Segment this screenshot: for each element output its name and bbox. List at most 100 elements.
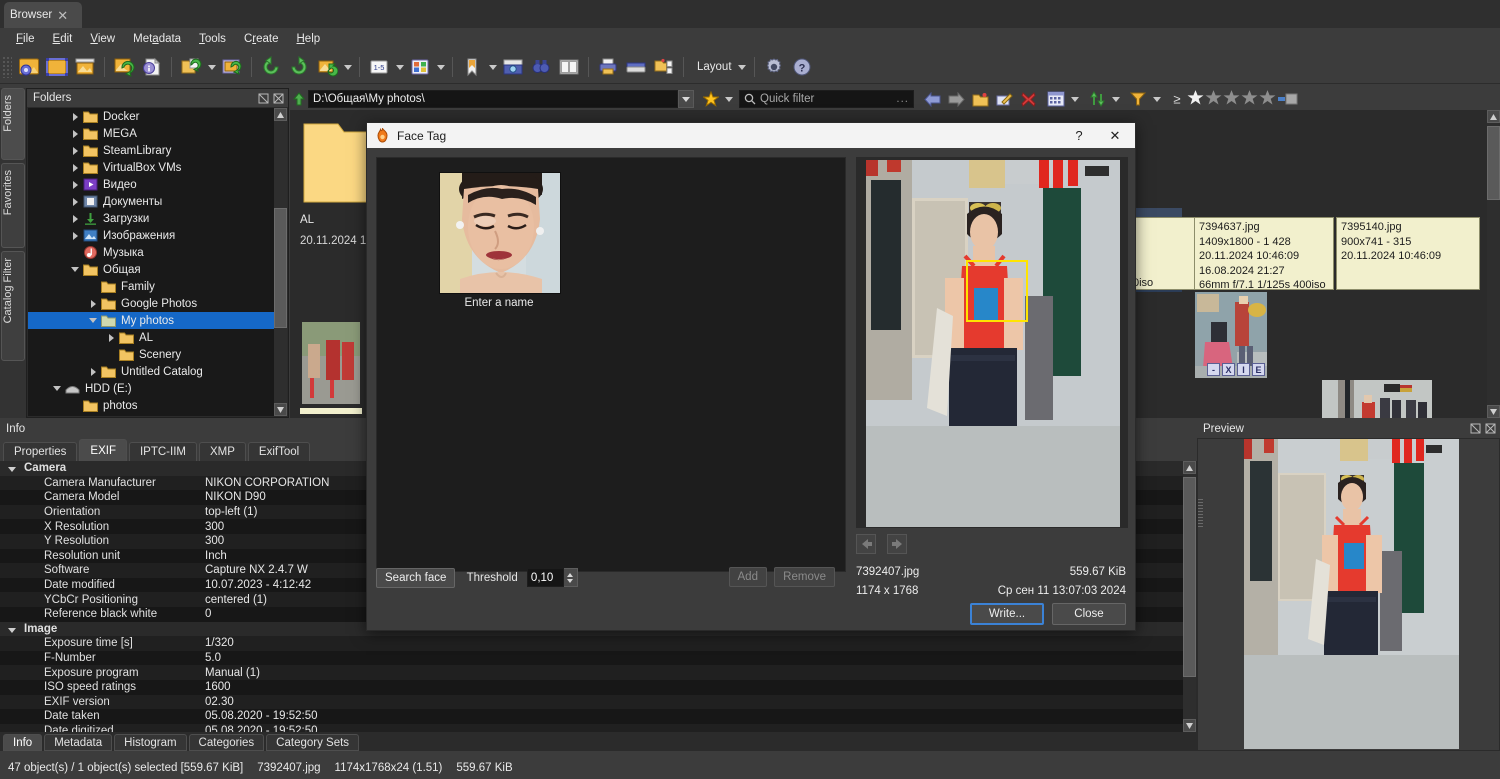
close-button[interactable]: Close — [1052, 603, 1126, 625]
star-icon[interactable] — [1241, 89, 1258, 109]
bottom-tab-metadata[interactable]: Metadata — [44, 734, 113, 751]
threshold-value[interactable]: 0,10 — [526, 568, 564, 588]
star-icon[interactable] — [1187, 89, 1204, 109]
list-item[interactable] — [302, 322, 360, 404]
tab-exif[interactable]: EXIF — [79, 439, 127, 461]
arrow-left-icon[interactable] — [856, 534, 876, 554]
chevron-down-icon[interactable] — [50, 380, 64, 397]
menu-item-file[interactable]: File — [8, 31, 43, 47]
chevron-down-icon[interactable] — [393, 53, 406, 81]
folder-tree-item[interactable]: Документы — [28, 193, 274, 210]
chevron-right-icon[interactable] — [86, 295, 100, 312]
scrollbar-thumb[interactable] — [1487, 126, 1500, 200]
transform-image-icon[interactable] — [313, 53, 341, 81]
scroll-up-icon[interactable] — [274, 108, 287, 121]
threshold-stepper[interactable]: 0,10 — [526, 568, 578, 588]
bottom-tab-category-sets[interactable]: Category Sets — [266, 734, 360, 751]
float-panel-icon[interactable] — [257, 92, 270, 105]
close-icon[interactable]: ✕ — [57, 9, 68, 22]
exif-row[interactable]: Date taken 05.08.2020 - 19:52:50 — [0, 709, 1183, 724]
help-icon[interactable]: ? — [1061, 123, 1097, 148]
chevron-down-icon[interactable] — [486, 53, 499, 81]
stepper-up-icon[interactable] — [567, 572, 574, 577]
chevron-down-icon[interactable] — [736, 53, 749, 81]
rating-stars[interactable] — [1187, 89, 1276, 109]
face-thumbnail[interactable] — [439, 172, 561, 294]
chevron-down-icon[interactable] — [86, 312, 100, 329]
arrow-left-icon[interactable] — [920, 89, 944, 109]
badge-e[interactable]: E — [1252, 363, 1265, 376]
exif-row[interactable]: Date digitized 05.08.2020 - 19:52:50 — [0, 723, 1183, 732]
quick-filter-more[interactable]: ... — [896, 93, 909, 105]
close-icon[interactable]: ✕ — [1097, 123, 1133, 148]
bottom-tab-histogram[interactable]: Histogram — [114, 734, 187, 751]
scrollbar-thumb[interactable] — [1183, 477, 1196, 677]
filter-chevron-down-icon[interactable] — [1150, 85, 1163, 113]
chevron-right-icon[interactable] — [86, 363, 100, 380]
source-image-pane[interactable] — [856, 157, 1128, 528]
rotate-left-icon[interactable] — [257, 53, 285, 81]
thumbnail-grid-icon[interactable] — [1044, 89, 1068, 109]
badge-minus[interactable]: - — [1207, 363, 1220, 376]
exif-row[interactable]: F-Number 5.0 — [0, 650, 1183, 666]
stepper-down-icon[interactable] — [567, 578, 574, 583]
chevron-right-icon[interactable] — [68, 159, 82, 176]
folder-tree[interactable]: Docker MEGA SteamLibrary VirtualBox VMs Виде… — [28, 108, 274, 416]
sort-icon[interactable] — [1085, 89, 1109, 109]
bottom-tab-categories[interactable]: Categories — [188, 734, 265, 751]
exif-row[interactable]: Exposure time [s] 1/320 — [0, 636, 1183, 651]
list-item[interactable]: - X I E — [1195, 292, 1267, 378]
arrow-right-icon[interactable] — [887, 534, 908, 554]
grid-view-icon[interactable] — [406, 53, 434, 81]
face-selection-rectangle[interactable] — [966, 260, 1028, 322]
folder-tree-item[interactable]: VirtualBox VMs — [28, 159, 274, 176]
side-by-side-icon[interactable] — [555, 53, 583, 81]
star-icon[interactable] — [1223, 89, 1240, 109]
close-panel-icon[interactable] — [272, 92, 285, 105]
batch-rename-icon[interactable] — [650, 53, 678, 81]
folder-tree-item[interactable]: Family — [28, 278, 274, 295]
up-folder-icon[interactable] — [290, 89, 308, 109]
folder-tree-item[interactable]: MEGA — [28, 125, 274, 142]
menu-item-create[interactable]: Create — [236, 31, 287, 47]
scroll-down-icon[interactable] — [1487, 405, 1500, 418]
color-label-icon[interactable] — [1276, 89, 1300, 109]
scroll-up-icon[interactable] — [1183, 461, 1196, 474]
view-mode-chevron-down-icon[interactable] — [1068, 85, 1081, 113]
menu-item-edit[interactable]: Edit — [45, 31, 81, 47]
edit-icon[interactable] — [992, 89, 1016, 109]
sidebar-item-favorites[interactable]: Favorites — [1, 163, 25, 248]
slideshow-icon[interactable] — [71, 53, 99, 81]
write-button[interactable]: Write... — [970, 603, 1044, 625]
panel-resize-handle[interactable] — [1198, 499, 1203, 529]
greater-equal-icon[interactable]: ≥ — [1167, 89, 1187, 109]
exif-scrollbar[interactable] — [1183, 461, 1196, 732]
chevron-right-icon[interactable] — [68, 176, 82, 193]
tab-exiftool[interactable]: ExifTool — [247, 442, 311, 461]
close-panel-icon[interactable] — [1484, 422, 1497, 435]
menu-item-metadata[interactable]: Metadata — [125, 31, 189, 47]
scroll-down-icon[interactable] — [1183, 719, 1196, 732]
folder-tree-item[interactable]: Загрузки — [28, 210, 274, 227]
chevron-right-icon[interactable] — [104, 329, 118, 346]
chevron-right-icon[interactable] — [68, 142, 82, 159]
chevron-right-icon[interactable] — [68, 193, 82, 210]
star-icon[interactable] — [700, 89, 722, 109]
image-info-icon[interactable] — [138, 53, 166, 81]
sort-chevron-down-icon[interactable] — [1109, 85, 1122, 113]
delete-icon[interactable] — [1016, 89, 1040, 109]
refresh-thumbnail-icon[interactable] — [110, 53, 138, 81]
arrow-right-icon[interactable] — [944, 89, 968, 109]
preview-image-container[interactable] — [1198, 439, 1499, 750]
folder-tree-item[interactable]: Scenery — [28, 346, 274, 363]
bookmark-icon[interactable] — [458, 53, 486, 81]
face-name-label[interactable]: Enter a name — [399, 297, 599, 309]
folder-tree-scrollbar[interactable] — [274, 108, 287, 416]
chevron-down-icon[interactable] — [205, 53, 218, 81]
thumbnail-grid-scrollbar[interactable] — [1487, 110, 1500, 418]
funnel-icon[interactable] — [1126, 89, 1150, 109]
chevron-down-icon[interactable] — [68, 261, 82, 278]
tab-properties[interactable]: Properties — [3, 442, 78, 461]
tab-browser[interactable]: Browser ✕ — [4, 2, 82, 28]
quick-filter-input[interactable]: Quick filter ... — [739, 90, 914, 108]
